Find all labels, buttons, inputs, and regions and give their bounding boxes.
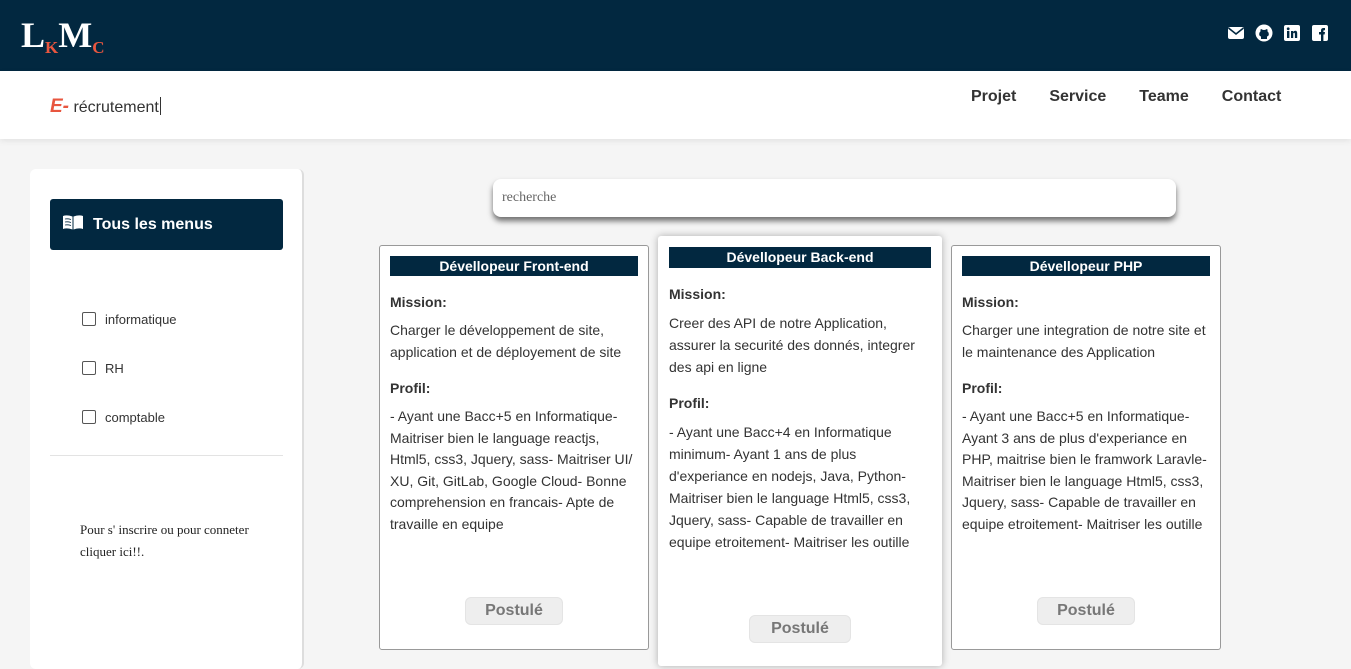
profil-text: - Ayant une Bacc+4 en Informatique minim… (669, 424, 911, 550)
profil-text: - Ayant une Bacc+5 en Informatique- Mait… (390, 408, 633, 532)
nav-projet[interactable]: Projet (971, 88, 1016, 106)
all-menus-label: Tous les menus (93, 215, 213, 233)
apply-button[interactable]: Postulé (465, 597, 563, 625)
category-checkbox[interactable] (82, 312, 96, 326)
sidebar: Tous les menus informatique RH comptable… (30, 169, 304, 669)
nav-teame[interactable]: Teame (1139, 88, 1189, 106)
nav-service[interactable]: Service (1049, 88, 1106, 106)
category-informatique[interactable]: informatique (82, 311, 177, 327)
nav-contact[interactable]: Contact (1222, 88, 1282, 106)
job-title: Dévellopeur PHP (962, 256, 1210, 276)
profil-label: Profil: (390, 380, 431, 396)
nav-menu: Projet Service Teame Contact (971, 88, 1281, 106)
profil-label: Profil: (669, 395, 710, 411)
job-card-php: Dévellopeur PHP Mission: Charger une int… (951, 245, 1221, 650)
apply-button[interactable]: Postulé (1037, 597, 1135, 625)
category-rh[interactable]: RH (82, 360, 177, 376)
mission-text: Charger une integration de notre site et… (962, 322, 1206, 360)
profil-text: - Ayant une Bacc+5 en Informatique- Ayan… (962, 408, 1207, 532)
job-title: Dévellopeur Front-end (390, 256, 638, 276)
category-filters: informatique RH comptable (82, 311, 177, 458)
category-label: RH (105, 360, 124, 376)
job-title: Dévellopeur Back-end (669, 247, 931, 268)
brand-prefix: E- (50, 96, 69, 117)
job-card-frontend: Dévellopeur Front-end Mission: Charger l… (379, 245, 649, 650)
sidebar-divider (50, 455, 283, 456)
mission-text: Creer des API de notre Application, assu… (669, 315, 915, 375)
text-cursor (159, 97, 161, 115)
mission-label: Mission: (390, 294, 447, 310)
brand-text: récrutement (69, 99, 159, 116)
logo-letter-l: L (21, 15, 46, 55)
mission-label: Mission: (669, 286, 726, 302)
main-navbar: E- récrutement Projet Service Teame Cont… (0, 71, 1351, 139)
logo-letter-k: K (45, 38, 59, 57)
mission-label: Mission: (962, 294, 1019, 310)
apply-button[interactable]: Postulé (749, 615, 851, 643)
logo-letter-m: M (58, 15, 93, 55)
category-checkbox[interactable] (82, 361, 96, 375)
book-icon (62, 213, 84, 236)
category-comptable[interactable]: comptable (82, 409, 177, 425)
all-menus-header[interactable]: Tous les menus (50, 199, 283, 250)
login-prompt-link[interactable]: Pour s' inscrire ou pour conneter clique… (80, 519, 260, 563)
linkedin-icon[interactable] (1283, 24, 1301, 42)
logo-letter-c: C (92, 38, 105, 57)
facebook-icon[interactable] (1311, 24, 1329, 42)
social-links (1227, 24, 1329, 42)
job-card-backend: Dévellopeur Back-end Mission: Creer des … (658, 236, 942, 666)
profil-label: Profil: (962, 380, 1003, 396)
github-icon[interactable] (1255, 24, 1273, 42)
mail-icon[interactable] (1227, 24, 1245, 42)
logo[interactable]: LKMC (21, 14, 105, 58)
category-checkbox[interactable] (82, 410, 96, 424)
category-label: informatique (105, 311, 177, 327)
search-input[interactable] (493, 179, 1176, 217)
top-header: LKMC (0, 0, 1351, 71)
category-label: comptable (105, 409, 165, 425)
site-brand[interactable]: E- récrutement (50, 96, 161, 118)
mission-text: Charger le développement de site, applic… (390, 322, 622, 360)
